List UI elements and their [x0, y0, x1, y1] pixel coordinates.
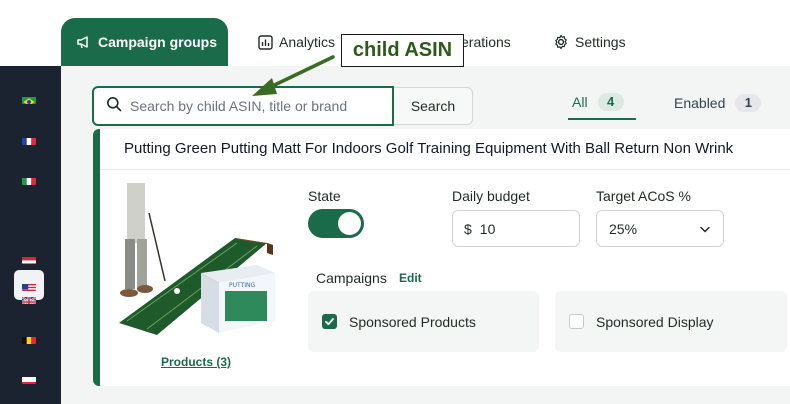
search-field[interactable] [92, 86, 394, 126]
target-acos-select[interactable]: 25% [596, 210, 724, 247]
tab-label: Analytics [279, 34, 336, 50]
filter-tab-enabled[interactable]: Enabled 1 [674, 86, 762, 120]
target-acos-label: Target ACoS % [596, 188, 691, 204]
edit-campaigns-link[interactable]: Edit [399, 271, 422, 285]
gear-icon [553, 34, 569, 50]
filter-tab-all[interactable]: All 4 [568, 86, 636, 120]
sponsored-display-label: Sponsored Display [596, 313, 714, 330]
usa-flag-icon[interactable] [22, 281, 36, 291]
search-icon [106, 96, 122, 117]
daily-budget-input[interactable]: $ 10 [452, 210, 580, 247]
tab-label: erations [461, 34, 511, 50]
annotation-label: child ASIN [341, 34, 464, 67]
daily-budget-label: Daily budget [452, 188, 530, 204]
target-acos-value: 25% [609, 220, 638, 237]
sponsored-products-checkbox[interactable] [322, 314, 337, 329]
filter-all-label: All [572, 94, 588, 110]
belgium-flag-icon[interactable] [22, 334, 36, 344]
tab-label: Campaign groups [98, 34, 218, 50]
daily-budget-value: 10 [479, 220, 496, 237]
product-title: Putting Green Putting Matt For Indoors G… [124, 140, 734, 157]
italy-flag-icon[interactable] [22, 175, 36, 185]
filter-enabled-label: Enabled [674, 95, 726, 111]
toggle-knob [338, 212, 361, 235]
campaign-group-card: Putting Green Putting Matt For Indoors G… [93, 129, 790, 386]
filter-enabled-count-badge: 1 [735, 94, 762, 112]
tab-operations[interactable]: erations [461, 30, 511, 54]
sponsored-products-option[interactable]: Sponsored Products [308, 291, 539, 352]
product-image[interactable]: PUTTING [117, 183, 277, 335]
tab-settings[interactable]: Settings [553, 30, 626, 54]
sponsored-display-option[interactable]: Sponsored Display [555, 291, 787, 352]
campaigns-label: Campaigns [316, 270, 387, 286]
filter-all-count-badge: 4 [597, 93, 624, 111]
tab-label: Settings [575, 34, 626, 50]
egypt-flag-icon[interactable] [22, 254, 36, 264]
country-sidebar [0, 66, 61, 404]
svg-text:PUTTING: PUTTING [229, 282, 255, 289]
search-input[interactable] [130, 98, 380, 114]
uk-flag-icon[interactable] [22, 294, 36, 304]
search-button[interactable]: Search [394, 87, 473, 125]
chevron-down-icon [699, 222, 711, 238]
sponsored-display-checkbox[interactable] [569, 314, 584, 329]
brazil-flag-icon[interactable] [22, 94, 36, 104]
bar-chart-icon [258, 34, 273, 50]
state-toggle[interactable] [308, 209, 364, 238]
card-divider [100, 169, 790, 170]
tab-analytics[interactable]: Analytics [258, 30, 335, 54]
currency-symbol: $ [464, 220, 472, 237]
megaphone-icon [76, 34, 92, 50]
sponsored-products-label: Sponsored Products [349, 313, 476, 330]
state-label: State [308, 188, 341, 204]
poland-flag-icon[interactable] [22, 374, 36, 384]
products-link[interactable]: Products (3) [161, 355, 231, 369]
france-flag-icon[interactable] [22, 135, 36, 145]
tab-campaign-groups[interactable]: Campaign groups [61, 18, 228, 66]
